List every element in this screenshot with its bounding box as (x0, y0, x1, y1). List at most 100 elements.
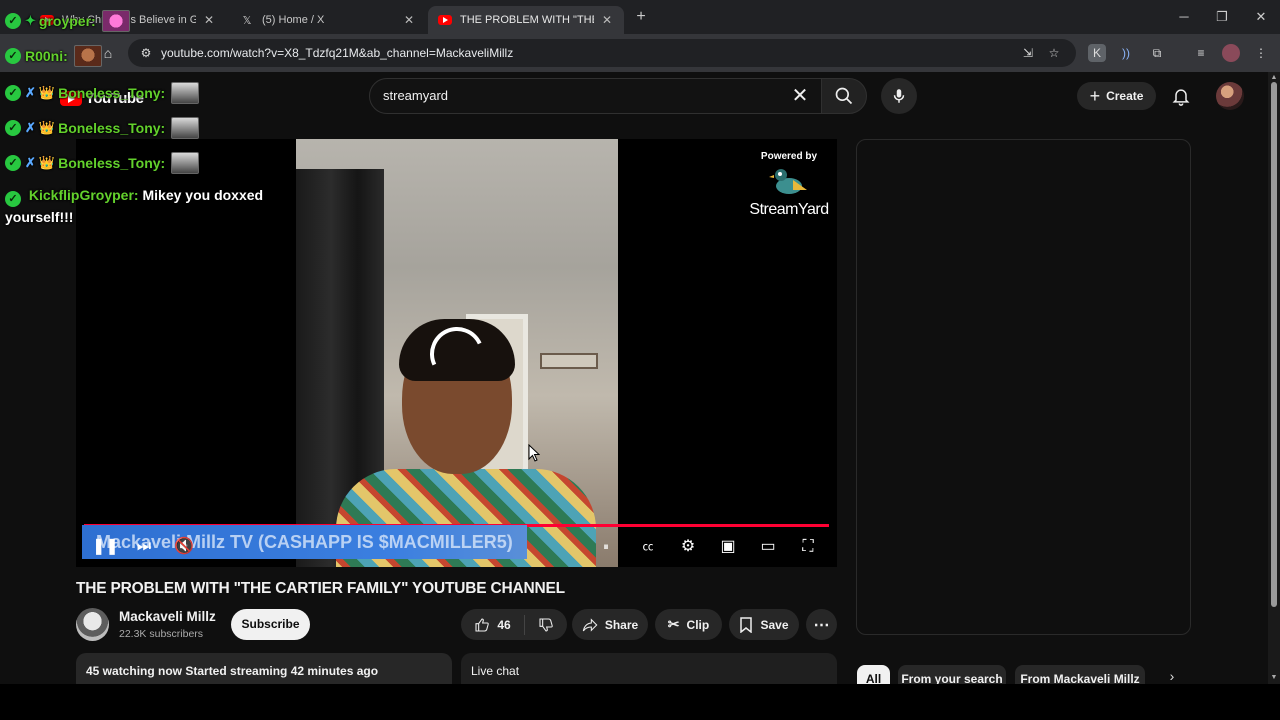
chip-from-channel[interactable]: From Mackaveli Millz (1015, 665, 1145, 684)
check-badge-icon: ✓ (5, 13, 21, 29)
chat-username: Boneless_Tony: (58, 155, 166, 171)
next-icon[interactable]: ⏭ (132, 535, 156, 559)
tab-home-x[interactable]: 𝕏 (5) Home / X ✕ (230, 6, 426, 34)
subscriber-count: 22.3K subscribers (119, 628, 204, 640)
pause-icon[interactable]: ❚❚ (92, 535, 119, 559)
share-icon (582, 617, 598, 632)
chevron-right-icon[interactable]: › (1163, 668, 1181, 684)
tab-problem-cartier[interactable]: THE PROBLEM WITH "THE CARTIER FAMILY" ✕ (428, 6, 624, 34)
scrollbar-thumb[interactable] (1271, 82, 1277, 607)
streamyard-watermark: Powered by StreamYard (736, 151, 837, 219)
bookmark-star-icon[interactable]: ☆ (1046, 45, 1062, 61)
search-query[interactable]: streamyard (383, 88, 448, 103)
streamyard-duck-icon (769, 169, 807, 194)
description-box[interactable]: 45 watching now Started streaming 42 min… (76, 653, 452, 684)
mute-icon[interactable]: 🔇 (172, 535, 196, 559)
chat-overlay-line: ✓ ✗ 👑 Boneless_Tony: (5, 117, 200, 139)
chip-all[interactable]: All (857, 665, 890, 684)
more-actions-icon[interactable]: ⋯ (806, 609, 837, 640)
chat-overlay-line: ✓ ✗ 👑 Boneless_Tony: (5, 82, 200, 104)
tab-close-icon[interactable]: ✕ (402, 13, 416, 27)
autoplay-toggle-icon[interactable]: ⏸ (592, 535, 620, 559)
tab-title: (5) Home / X (262, 14, 325, 26)
close-window-icon[interactable]: ✕ (1251, 8, 1271, 26)
like-separator (523, 614, 525, 635)
thumbs-down-icon[interactable] (538, 617, 554, 633)
check-badge-icon: ✓ (5, 120, 21, 136)
url-text[interactable]: youtube.com/watch?v=X8_Tdzfq21M&ab_chann… (161, 46, 513, 60)
install-app-icon[interactable]: ⇲ (1020, 45, 1036, 61)
chip-from-your-search[interactable]: From your search (898, 665, 1006, 684)
scroll-down-icon[interactable]: ▼ (1270, 674, 1278, 682)
restore-icon[interactable]: ❐ (1212, 8, 1232, 26)
clip-button[interactable]: ✂ Clip (655, 609, 722, 640)
browser-menu-icon[interactable]: ⋮ (1252, 44, 1270, 62)
chat-badge: 👑 (38, 155, 56, 170)
site-info-icon[interactable]: ⚙ (138, 45, 154, 61)
chat-badge: 👑 (38, 120, 56, 135)
check-badge-icon: ✓ (5, 85, 21, 101)
streamyard-brand: StreamYard (749, 201, 829, 218)
live-chat-panel: Live chat (461, 653, 837, 684)
settings-gear-icon[interactable]: ⚙ (676, 535, 700, 559)
bell-icon (1172, 89, 1190, 106)
create-label: Create (1106, 89, 1144, 103)
save-label: Save (760, 617, 789, 632)
extension-audio-icon[interactable]: )) (1117, 44, 1135, 62)
miniplayer-icon[interactable]: ▣ (716, 535, 740, 559)
create-button[interactable]: + Create (1077, 82, 1156, 110)
new-tab-icon[interactable]: + (632, 8, 650, 26)
youtube-favicon-icon (438, 15, 452, 25)
chat-username: KickflipGroyper: (28, 187, 139, 203)
channel-banner-text: Mackaveli Millz TV (CASHAPP IS $MACMILLE… (96, 532, 513, 552)
share-button[interactable]: Share (572, 609, 648, 640)
browser-toolbar: ⌂ ⚙ youtube.com/watch?v=X8_Tdzfq21M&ab_c… (0, 34, 1280, 72)
media-control-icon[interactable]: ≡ (1192, 44, 1210, 62)
theater-mode-icon[interactable]: ▭ (756, 535, 780, 559)
subscribe-button[interactable]: Subscribe (231, 609, 310, 640)
chat-badge: 👑 (38, 85, 56, 100)
chat-emote-icon (171, 82, 200, 104)
chat-emote-icon (171, 152, 200, 174)
extensions-puzzle-icon[interactable]: ⧉ (1148, 44, 1166, 62)
channel-avatar[interactable] (76, 608, 109, 641)
browser-tab-bar: Why Christians Believe in GOD ✕ 𝕏 (5) Ho… (0, 0, 1280, 34)
fullscreen-icon[interactable]: ⛶ (796, 535, 820, 559)
video-frame[interactable] (296, 139, 618, 567)
save-button[interactable]: Save (729, 609, 799, 640)
tab-close-icon[interactable]: ✕ (600, 13, 614, 27)
bookmark-icon (740, 616, 753, 633)
check-badge-icon: ✓ (5, 48, 21, 64)
profile-avatar-icon[interactable] (1222, 44, 1240, 62)
bottom-letterbox (0, 684, 1280, 720)
like-button[interactable]: 46 (474, 617, 511, 633)
powered-by-label: Powered by (760, 151, 818, 162)
chat-username: Boneless_Tony: (58, 85, 166, 101)
scroll-up-icon[interactable]: ▲ (1270, 74, 1278, 82)
address-bar[interactable]: ⚙ youtube.com/watch?v=X8_Tdzfq21M&ab_cha… (128, 39, 1076, 67)
microphone-icon (893, 89, 905, 103)
sword-badge-icon: ✗ (25, 85, 36, 100)
tab-close-icon[interactable]: ✕ (202, 13, 216, 27)
chat-emote-icon (101, 10, 130, 32)
live-chat-header: Live chat (471, 664, 520, 678)
notifications-button[interactable] (1169, 84, 1193, 108)
channel-name[interactable]: Mackaveli Millz (119, 609, 216, 624)
voice-search-button[interactable] (881, 78, 917, 114)
sword-badge-icon: ✗ (25, 120, 36, 135)
extension-k-icon[interactable]: K (1088, 44, 1106, 62)
chat-emote-icon (171, 117, 200, 139)
clear-search-icon[interactable]: ✕ (789, 85, 811, 107)
search-input[interactable]: streamyard ✕ (369, 78, 822, 114)
search-icon (835, 87, 853, 105)
page-scrollbar[interactable]: ▲ ▼ (1268, 72, 1280, 684)
share-label: Share (604, 617, 639, 632)
search-button[interactable] (821, 78, 867, 114)
watching-now-text: 45 watching now Started streaming 42 min… (86, 664, 379, 678)
minimize-icon[interactable]: ─ (1174, 8, 1194, 26)
captions-icon[interactable]: ㏄ (636, 535, 660, 559)
like-count: 46 (497, 617, 511, 632)
check-badge-icon: ✓ (5, 191, 21, 207)
account-avatar[interactable] (1216, 82, 1244, 110)
chat-username: groyper: (38, 13, 96, 29)
